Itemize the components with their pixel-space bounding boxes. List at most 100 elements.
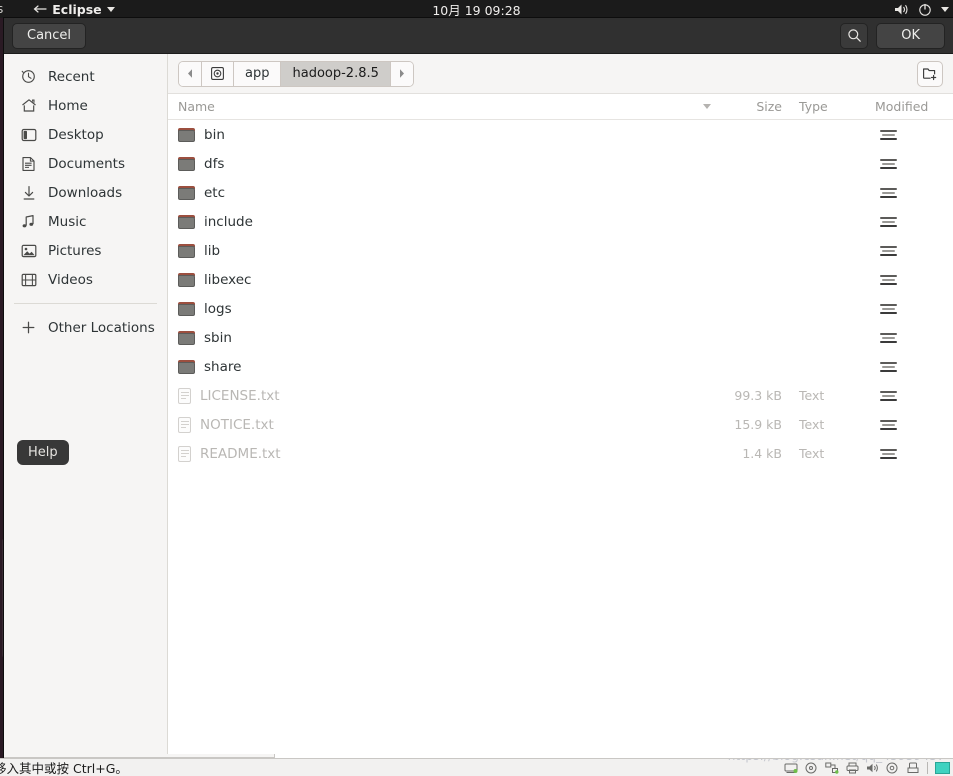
app-menu-button[interactable]: Eclipse — [33, 2, 115, 17]
sidebar-item-label: Music — [48, 213, 87, 230]
folder-icon — [178, 156, 195, 171]
new-folder-icon — [923, 68, 937, 81]
column-header-type[interactable]: Type — [799, 99, 875, 114]
help-tooltip[interactable]: Help — [17, 440, 69, 465]
chevron-down-icon — [106, 6, 115, 12]
file-modified-cell — [875, 245, 953, 256]
sidebar-item-documents[interactable]: Documents — [4, 149, 167, 178]
file-name-label: lib — [204, 242, 221, 259]
tray-divider — [927, 761, 928, 774]
file-type-cell: Text — [799, 446, 825, 461]
folder-icon — [178, 214, 195, 229]
file-row[interactable]: bin — [168, 120, 953, 149]
folder-icon — [178, 330, 195, 345]
places-sidebar: Recent Home Desktop Documents Downloads … — [4, 54, 168, 758]
path-crumb-app[interactable]: app — [234, 61, 282, 86]
file-modified-cell — [875, 187, 953, 198]
cancel-button[interactable]: Cancel — [12, 22, 87, 49]
audio-icon[interactable] — [866, 762, 879, 774]
file-list[interactable]: bin dfs etc include lib libexec logs sbin share L… — [168, 120, 953, 758]
text-file-icon — [178, 445, 191, 462]
sidebar-item-other-locations[interactable]: Other Locations — [4, 313, 167, 342]
vm-host-key-indicator[interactable] — [935, 761, 950, 774]
file-row[interactable]: sbin — [168, 323, 953, 352]
file-size-cell: 1.4 kB — [742, 446, 782, 461]
file-row[interactable]: include — [168, 207, 953, 236]
file-type-cell: Text — [799, 417, 825, 432]
column-header-size[interactable]: Size — [719, 99, 799, 114]
clock[interactable]: 10月 19 09:28 — [0, 0, 953, 19]
column-header-modified[interactable]: Modified — [875, 99, 953, 114]
power-icon — [919, 3, 931, 16]
column-header-row: Name Size Type Modified — [168, 94, 953, 120]
file-name-label: libexec — [204, 271, 252, 288]
modified-collapsed-glyph — [880, 158, 897, 169]
text-file-icon — [178, 416, 191, 433]
path-back-button[interactable] — [179, 61, 202, 86]
modified-collapsed-glyph — [880, 419, 897, 430]
bottom-status-bar: 移入其中或按 Ctrl+G。 https://blog.csdn.net/qq_… — [0, 758, 953, 776]
sidebar-item-recent[interactable]: Recent — [4, 62, 167, 91]
file-name-cell: NOTICE.txt — [168, 416, 719, 433]
file-row[interactable]: dfs — [168, 149, 953, 178]
file-size-cell: 15.9 kB — [734, 417, 782, 432]
file-row[interactable]: libexec — [168, 265, 953, 294]
file-row[interactable]: etc — [168, 178, 953, 207]
download-icon — [20, 184, 37, 201]
file-row[interactable]: lib — [168, 236, 953, 265]
network-icon[interactable] — [825, 762, 839, 774]
vm-status-tray[interactable] — [784, 761, 950, 774]
ok-button[interactable]: OK — [876, 22, 945, 49]
back-arrow-icon — [33, 5, 47, 13]
search-button[interactable] — [840, 22, 869, 49]
caret-right-icon — [399, 69, 404, 78]
file-row[interactable]: LICENSE.txt 99.3 kB Text — [168, 381, 953, 410]
file-row[interactable]: NOTICE.txt 15.9 kB Text — [168, 410, 953, 439]
sidebar-item-home[interactable]: Home — [4, 91, 167, 120]
harddisk-icon[interactable] — [784, 762, 798, 774]
sidebar-item-label: Downloads — [48, 184, 123, 201]
gnome-top-bar: s Eclipse 10月 19 09:28 — [0, 0, 953, 18]
dialog-body: Recent Home Desktop Documents Downloads … — [4, 54, 953, 758]
top-bar-left: s Eclipse — [0, 2, 115, 17]
modified-collapsed-glyph — [880, 129, 897, 140]
sidebar-item-downloads[interactable]: Downloads — [4, 178, 167, 207]
modified-collapsed-glyph — [880, 303, 897, 314]
file-name-cell: include — [168, 214, 719, 230]
text-file-icon — [178, 387, 191, 404]
path-crumb-device[interactable] — [202, 61, 234, 86]
file-name-cell: etc — [168, 185, 719, 201]
sidebar-item-music[interactable]: Music — [4, 207, 167, 236]
printer-icon[interactable] — [846, 762, 859, 774]
sidebar-item-pictures[interactable]: Pictures — [4, 236, 167, 265]
modified-collapsed-glyph — [880, 216, 897, 227]
usb-icon[interactable] — [906, 762, 920, 774]
modified-collapsed-glyph — [880, 390, 897, 401]
path-crumb-hadoop-2-8-5[interactable]: hadoop-2.8.5 — [281, 61, 391, 86]
optical-disc-icon[interactable] — [805, 762, 818, 774]
file-name-label: README.txt — [200, 445, 281, 462]
sidebar-item-label: Home — [48, 97, 88, 114]
system-status-area[interactable] — [894, 3, 949, 16]
usb-disc-icon[interactable] — [886, 762, 899, 774]
sidebar-item-desktop[interactable]: Desktop — [4, 120, 167, 149]
pictures-icon — [20, 242, 37, 259]
file-row[interactable]: share — [168, 352, 953, 381]
file-name-cell: sbin — [168, 330, 719, 346]
path-forward-button[interactable] — [390, 61, 413, 86]
folder-icon — [178, 185, 195, 200]
folder-icon — [178, 272, 195, 287]
sidebar-item-label: Pictures — [48, 242, 102, 259]
modified-collapsed-glyph — [880, 332, 897, 343]
file-modified-cell — [875, 303, 953, 314]
sidebar-item-videos[interactable]: Videos — [4, 265, 167, 294]
file-row[interactable]: README.txt 1.4 kB Text — [168, 439, 953, 468]
file-modified-cell — [875, 419, 953, 430]
file-row[interactable]: logs — [168, 294, 953, 323]
create-folder-button[interactable] — [917, 60, 943, 87]
chevron-down-icon — [941, 6, 949, 12]
desktop-icon — [20, 126, 37, 143]
volume-icon — [895, 4, 908, 14]
column-header-name[interactable]: Name — [168, 99, 719, 114]
file-name-label: bin — [204, 126, 225, 143]
